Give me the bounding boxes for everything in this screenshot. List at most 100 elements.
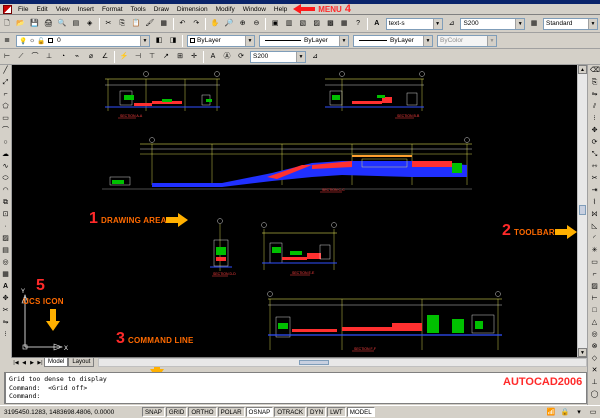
array-icon[interactable]: ⁝ bbox=[0, 330, 11, 341]
polyline-edit-icon[interactable]: ⌐ bbox=[589, 270, 600, 281]
make-block-icon[interactable]: ⊡ bbox=[0, 210, 11, 221]
snap-toggle[interactable]: SNAP bbox=[142, 407, 165, 417]
dim-style-select[interactable]: S200 ▼ bbox=[460, 17, 526, 30]
osnap-toggle[interactable]: OSNAP bbox=[245, 407, 274, 417]
dim-text-edit-icon[interactable]: Ⓐ bbox=[221, 51, 233, 63]
baseline-icon[interactable]: ⊣ bbox=[132, 51, 144, 63]
insert-block-icon[interactable]: ⧉ bbox=[0, 198, 11, 209]
zoom-realtime-icon[interactable]: 🔎 bbox=[223, 18, 235, 30]
spline-icon[interactable]: ∿ bbox=[0, 162, 11, 173]
array-icon[interactable]: ⁝ bbox=[589, 114, 600, 125]
tool-palettes-icon[interactable]: ▧ bbox=[297, 18, 309, 30]
linear-dim-icon[interactable]: ⊢ bbox=[1, 51, 13, 63]
table-style-icon[interactable]: ▦ bbox=[528, 18, 540, 30]
copy-icon[interactable]: ⎘ bbox=[116, 18, 128, 30]
design-center-icon[interactable]: ▥ bbox=[283, 18, 295, 30]
dim-style-manager-icon[interactable]: ⊿ bbox=[309, 51, 321, 63]
gradient-icon[interactable]: ▤ bbox=[0, 246, 11, 257]
cut-icon[interactable]: ✂ bbox=[103, 18, 115, 30]
first-tab-icon[interactable]: |◀ bbox=[12, 359, 20, 367]
block-editor-icon[interactable]: ▦ bbox=[158, 18, 170, 30]
model-toggle[interactable]: MODEL bbox=[346, 407, 375, 417]
stretch-icon[interactable]: ⇿ bbox=[589, 162, 600, 173]
new-file-icon[interactable]: 🗋 bbox=[1, 18, 13, 30]
command-line-window[interactable]: Grid too dense to display Command: <Grid… bbox=[5, 372, 587, 404]
polyline-icon[interactable]: ⌐ bbox=[0, 90, 11, 101]
status-menu-icon[interactable]: ▾ bbox=[573, 406, 585, 418]
horizontal-scrollbar[interactable] bbox=[98, 358, 587, 367]
center-mark-icon[interactable]: ✛ bbox=[188, 51, 200, 63]
tab-layout[interactable]: Layout bbox=[68, 358, 95, 367]
dim-edit-icon[interactable]: A bbox=[207, 51, 219, 63]
scroll-thumb[interactable] bbox=[299, 360, 330, 365]
aligned-dim-icon[interactable]: ⟋ bbox=[15, 51, 27, 63]
rotate-icon[interactable]: ⟳ bbox=[589, 138, 600, 149]
line-icon[interactable]: ╱ bbox=[0, 66, 11, 77]
snap-midpoint-icon[interactable]: △ bbox=[589, 318, 600, 329]
fillet-icon[interactable]: ◜ bbox=[589, 234, 600, 245]
radius-icon[interactable]: ◔ bbox=[57, 51, 69, 63]
continue-icon[interactable]: ⊤ bbox=[146, 51, 158, 63]
angular-icon[interactable]: ∠ bbox=[99, 51, 111, 63]
copy-object-icon[interactable]: ⎘ bbox=[589, 78, 600, 89]
ellipse-arc-icon[interactable]: ◠ bbox=[0, 186, 11, 197]
diameter-icon[interactable]: ⌀ bbox=[85, 51, 97, 63]
trim-icon[interactable]: ✂ bbox=[0, 306, 11, 317]
quick-dim-icon[interactable]: ⚡ bbox=[118, 51, 130, 63]
lineweight-select[interactable]: ByLayer ▼ bbox=[353, 34, 433, 47]
menu-format[interactable]: Format bbox=[98, 4, 127, 15]
command-prompt[interactable]: Command: bbox=[9, 392, 583, 401]
zoom-previous-icon[interactable]: ⊖ bbox=[251, 18, 263, 30]
menu-insert[interactable]: Insert bbox=[74, 4, 98, 15]
snap-center-icon[interactable]: ◎ bbox=[589, 330, 600, 341]
tab-model[interactable]: Model bbox=[44, 358, 69, 367]
ortho-toggle[interactable]: ORTHO bbox=[188, 407, 217, 417]
mirror-icon[interactable]: ⇋ bbox=[589, 90, 600, 101]
menu-edit[interactable]: Edit bbox=[32, 4, 51, 15]
chamfer-icon[interactable]: ◺ bbox=[589, 222, 600, 233]
layer-select[interactable]: 💡 ☼ 🔓 0 ▼ bbox=[16, 34, 150, 47]
make-current-layer-icon[interactable]: ◧ bbox=[153, 35, 165, 47]
offset-icon[interactable]: ⫽ bbox=[589, 102, 600, 113]
arc-length-icon[interactable]: ⌒ bbox=[29, 51, 41, 63]
publish-icon[interactable]: ▤ bbox=[70, 18, 82, 30]
ellipse-icon[interactable]: ⬭ bbox=[0, 174, 11, 185]
redo-icon[interactable]: ↷ bbox=[190, 18, 202, 30]
snap-perpendicular-icon[interactable]: ⊥ bbox=[589, 378, 600, 389]
text-style-select[interactable]: text-s ▼ bbox=[385, 17, 443, 30]
rectangle-icon[interactable]: ▭ bbox=[0, 114, 11, 125]
polar-toggle[interactable]: POLAR bbox=[217, 407, 245, 417]
menu-view[interactable]: View bbox=[52, 4, 74, 15]
help-icon[interactable]: ? bbox=[352, 18, 364, 30]
menu-tools[interactable]: Tools bbox=[127, 4, 150, 15]
snap-quadrant-icon[interactable]: ◇ bbox=[589, 354, 600, 365]
point-icon[interactable]: · bbox=[0, 222, 11, 233]
autocad-app-icon[interactable] bbox=[3, 4, 12, 14]
dim-update-icon[interactable]: ⟳ bbox=[235, 51, 247, 63]
next-tab-icon[interactable]: ▶ bbox=[28, 359, 36, 367]
rectangle-icon[interactable]: ▭ bbox=[589, 258, 600, 269]
circle-icon[interactable]: ○ bbox=[0, 138, 11, 149]
clean-screen-icon[interactable]: ▭ bbox=[587, 406, 599, 418]
table-style-select[interactable]: Standard ▼ bbox=[542, 17, 598, 30]
calculator-icon[interactable]: ▦ bbox=[338, 18, 350, 30]
menu-dimension[interactable]: Dimension bbox=[173, 4, 212, 15]
scale-icon[interactable]: ⤡ bbox=[589, 150, 600, 161]
3d-dwf-icon[interactable]: ◈ bbox=[84, 18, 96, 30]
layer-previous-icon[interactable]: ◨ bbox=[167, 35, 179, 47]
dim-style-toolbar-select[interactable]: S200 ▼ bbox=[250, 50, 306, 63]
scroll-thumb[interactable] bbox=[579, 205, 586, 215]
drawing-area[interactable]: SECTION A-A SECTION B-B SECTION C-C SECT… bbox=[12, 65, 577, 357]
scroll-down-icon[interactable]: ▼ bbox=[578, 348, 587, 357]
dim-style-icon[interactable]: ⊿ bbox=[446, 18, 458, 30]
mirror-icon[interactable]: ⇋ bbox=[0, 318, 11, 329]
pan-icon[interactable]: ✋ bbox=[209, 18, 221, 30]
polygon-icon[interactable]: ⬠ bbox=[0, 102, 11, 113]
break-icon[interactable]: ⌇ bbox=[589, 198, 600, 209]
extend-icon[interactable]: ⇥ bbox=[589, 186, 600, 197]
save-icon[interactable]: 💾 bbox=[29, 18, 41, 30]
hatch-icon[interactable]: ▨ bbox=[0, 234, 11, 245]
menu-window[interactable]: Window bbox=[239, 4, 270, 15]
revision-cloud-icon[interactable]: ☁ bbox=[0, 150, 11, 161]
trim-icon[interactable]: ✂ bbox=[589, 174, 600, 185]
